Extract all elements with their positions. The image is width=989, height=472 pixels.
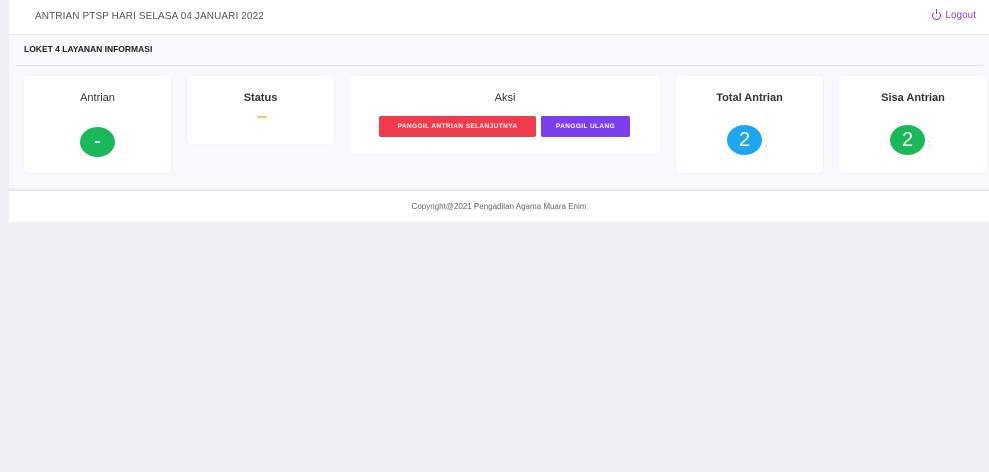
decor-mark: ;	[765, 138, 768, 148]
status-card: Status	[187, 76, 334, 144]
sisa-antrian-card: Sisa Antrian 2 ;	[839, 76, 987, 173]
sisa-antrian-badge: 2	[890, 125, 925, 155]
copyright-text: Copyright@2021 Pengadilan Agama Muara En…	[411, 202, 587, 211]
aksi-card: Aksi PANGGIL ANTRIAN SELANJUTNYA PANGGIL…	[350, 76, 660, 154]
antrian-card: Antrian -	[24, 76, 171, 173]
decor-mark: ;	[928, 138, 931, 148]
antrian-title: Antrian	[80, 92, 115, 104]
status-title: Status	[243, 92, 278, 104]
page-title: ANTRIAN PTSP HARI SELASA 04 JANUARI 2022	[35, 11, 264, 22]
power-icon	[932, 9, 942, 20]
loket-title: LOKET 4 LAYANAN INFORMASI	[24, 44, 153, 54]
sisa-antrian-title: Sisa Antrian	[881, 92, 945, 104]
total-antrian-card: Total Antrian 2 ;	[676, 76, 823, 173]
antrian-number-badge: -	[80, 127, 115, 157]
footer: Copyright@2021 Pengadilan Agama Muara En…	[9, 190, 989, 222]
recall-button[interactable]: PANGGIL ULANG	[541, 116, 630, 137]
call-next-button[interactable]: PANGGIL ANTRIAN SELANJUTNYA	[379, 116, 536, 137]
total-antrian-badge: 2	[727, 125, 762, 155]
divider	[15, 65, 983, 66]
total-antrian-title: Total Antrian	[716, 92, 783, 104]
status-indicator	[257, 116, 267, 118]
logout-link[interactable]: Logout	[932, 9, 976, 21]
logout-label: Logout	[945, 10, 976, 21]
main-panel: LOKET 4 LAYANAN INFORMASI Antrian - Stat…	[9, 34, 989, 188]
top-bar: ANTRIAN PTSP HARI SELASA 04 JANUARI 2022…	[9, 0, 989, 34]
aksi-title: Aksi	[494, 92, 516, 104]
